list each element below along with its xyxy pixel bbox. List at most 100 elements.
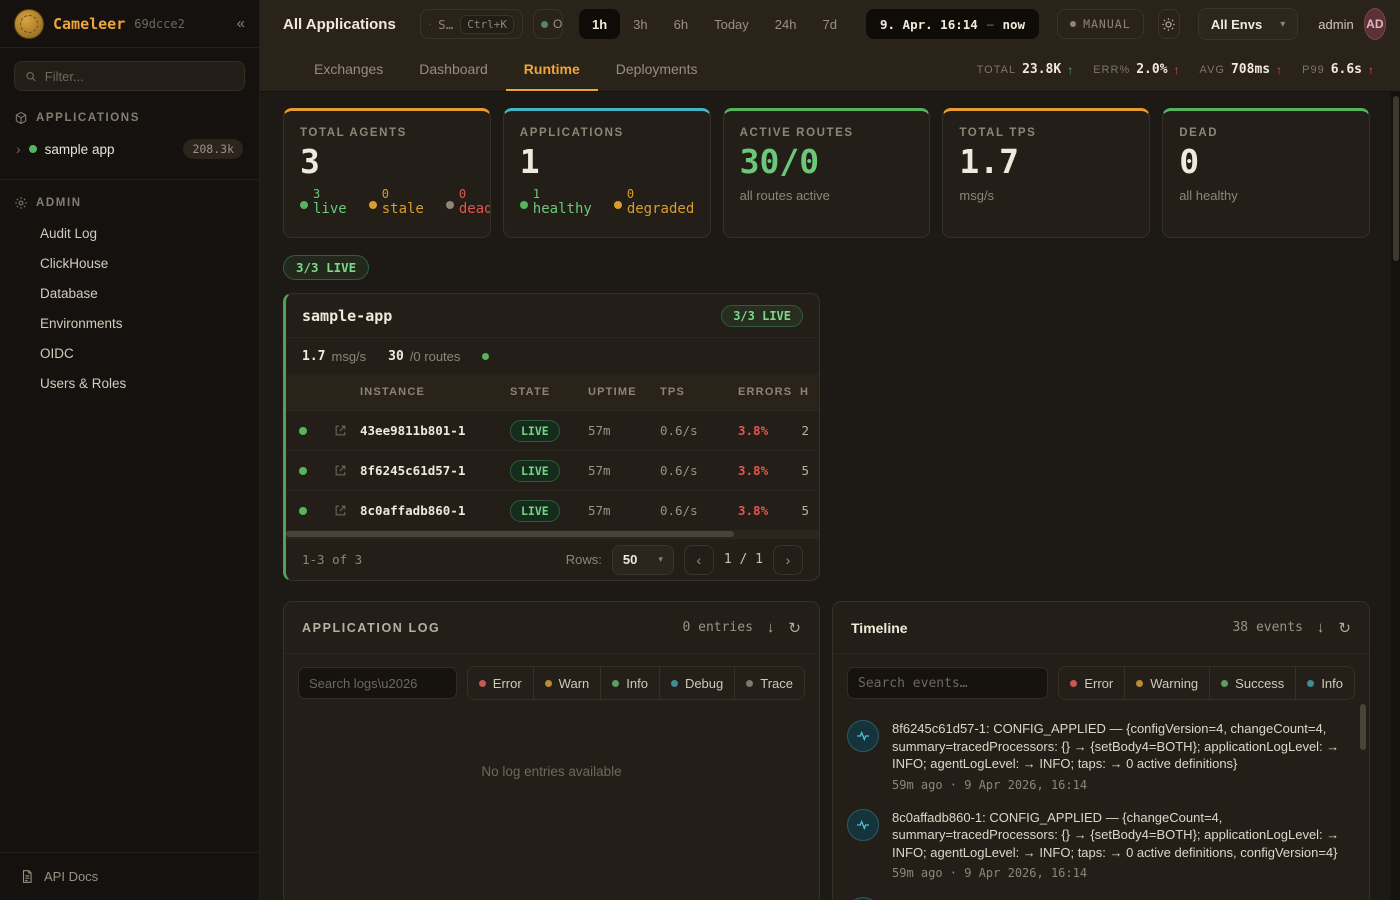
timeline-search[interactable] — [847, 667, 1048, 699]
timeline-event[interactable]: 8f6245c61d57-1: CONFIG_APPLIED — {config… — [847, 720, 1347, 792]
substat-degraded: 0 degraded — [614, 188, 694, 217]
substat-text: 0 dead — [459, 188, 491, 217]
refresh-icon[interactable]: ↻ — [1338, 619, 1351, 637]
sidebar-item-audit-log[interactable]: Audit Log — [0, 218, 259, 248]
download-icon[interactable]: ↓ — [1317, 619, 1325, 636]
status-dot — [300, 201, 308, 209]
timeline-events-count: 38 events — [1232, 620, 1302, 635]
substat-label: healthy — [533, 201, 592, 217]
chip-warn[interactable]: Warn — [533, 667, 601, 699]
api-docs-link[interactable]: API Docs — [0, 852, 259, 900]
prev-page-button[interactable]: ‹ — [684, 545, 714, 575]
tps-value: 0.6/s — [660, 503, 738, 518]
sidebar-item-sample-app[interactable]: › sample app 208.3k — [8, 133, 251, 165]
substat-label: stale — [382, 201, 424, 217]
live-summary-badge: 3/3 LIVE — [283, 255, 369, 280]
date-range-display[interactable]: 9. Apr. 16:14 – now — [866, 9, 1039, 39]
sidebar-collapse-icon[interactable]: « — [237, 15, 245, 32]
scrollbar-thumb[interactable] — [1360, 704, 1366, 750]
range-6h-button[interactable]: 6h — [661, 9, 701, 39]
manual-refresh-button[interactable]: MANUAL — [1057, 9, 1144, 39]
range-24h-button[interactable]: 24h — [762, 9, 810, 39]
global-search[interactable]: S… Ctrl+K — [420, 9, 523, 39]
substat-num: 0 — [459, 188, 491, 201]
gear-icon — [14, 196, 28, 210]
table-row[interactable]: 43ee9811b801-1 LIVE 57m 0.6/s 3.8% 2 — [286, 410, 819, 450]
sidebar-item-environments[interactable]: Environments — [0, 308, 259, 338]
chip-warning[interactable]: Warning — [1124, 667, 1209, 699]
bottom-panels: APPLICATION LOG 0 entries ↓ ↻ Error Warn… — [283, 601, 1370, 900]
next-page-button[interactable]: › — [773, 545, 803, 575]
refresh-icon[interactable]: ↻ — [788, 619, 801, 637]
live-status-toggle[interactable]: O — [533, 9, 563, 39]
log-entries-count: 0 entries — [682, 620, 752, 635]
timeline-event[interactable]: 8c0affadb860-1: CONFIG_APPLIED — {change… — [847, 809, 1347, 881]
col-tps: TPS — [660, 386, 738, 398]
app-card-header: sample-app 3/3 LIVE — [286, 294, 819, 338]
scrollbar-thumb[interactable] — [286, 531, 734, 537]
card-label: TOTAL TPS — [959, 127, 1133, 139]
chevron-right-icon[interactable]: › — [16, 141, 21, 157]
build-hash: 69dcce2 — [134, 17, 185, 31]
theme-toggle-button[interactable] — [1158, 9, 1180, 39]
topbar: All Applications S… Ctrl+K O 1h 3h 6h To… — [260, 0, 1400, 48]
external-link-icon[interactable] — [320, 504, 360, 517]
level-dot — [671, 680, 678, 687]
level-dot — [1070, 680, 1077, 687]
tab-deployments[interactable]: Deployments — [598, 48, 716, 91]
table-row[interactable]: 8f6245c61d57-1 LIVE 57m 0.6/s 3.8% 5 — [286, 450, 819, 490]
chip-info[interactable]: Info — [1295, 667, 1354, 699]
tab-dashboard[interactable]: Dashboard — [401, 48, 506, 91]
range-1h-button[interactable]: 1h — [579, 9, 620, 39]
sidebar: Cameleer 69dcce2 « APPLICATIONS › sample… — [0, 0, 260, 900]
chip-error[interactable]: Error — [468, 667, 533, 699]
chip-info[interactable]: Info — [600, 667, 659, 699]
instance-id: 8f6245c61d57-1 — [360, 463, 465, 478]
timeline-search-input[interactable] — [858, 676, 1037, 691]
sidebar-item-users-roles[interactable]: Users & Roles — [0, 368, 259, 398]
stat-card-total-agents: TOTAL AGENTS 3 3 live — [283, 108, 491, 238]
timeline-panel: Timeline 38 events ↓ ↻ Error Warning Suc… — [832, 601, 1370, 900]
date-to: now — [1003, 17, 1026, 32]
sidebar-item-clickhouse[interactable]: ClickHouse — [0, 248, 259, 278]
download-icon[interactable]: ↓ — [767, 619, 775, 636]
range-7d-button[interactable]: 7d — [810, 9, 850, 39]
main-area: All Applications S… Ctrl+K O 1h 3h 6h To… — [260, 0, 1400, 900]
errors-value: 3.8% — [738, 503, 800, 518]
sidebar-filter[interactable] — [14, 61, 245, 91]
document-icon — [20, 869, 34, 884]
external-link-icon[interactable] — [320, 424, 360, 437]
tab-exchanges[interactable]: Exchanges — [296, 48, 401, 91]
rows-per-page-label: Rows: — [566, 552, 602, 567]
scrollbar-thumb[interactable] — [1393, 96, 1399, 261]
log-search[interactable] — [298, 667, 457, 699]
external-link-icon[interactable] — [320, 464, 360, 477]
table-row[interactable]: 8c0affadb860-1 LIVE 57m 0.6/s 3.8% 5 — [286, 490, 819, 530]
sidebar-filter-input[interactable] — [45, 69, 234, 84]
substat-text: 3 live — [313, 188, 347, 217]
range-today-button[interactable]: Today — [701, 9, 762, 39]
errors-value: 3.8% — [738, 463, 800, 478]
timeline-events-list: 8f6245c61d57-1: CONFIG_APPLIED — {config… — [833, 712, 1369, 900]
rows-per-page-select[interactable]: 50 ▾ — [612, 545, 674, 575]
sidebar-item-database[interactable]: Database — [0, 278, 259, 308]
search-shortcut-kbd: Ctrl+K — [460, 15, 514, 34]
main-scrollbar — [1391, 92, 1400, 900]
env-select[interactable]: All Envs ▾ — [1198, 8, 1298, 40]
chip-success[interactable]: Success — [1209, 667, 1295, 699]
tab-runtime[interactable]: Runtime — [506, 48, 598, 91]
range-3h-button[interactable]: 3h — [620, 9, 660, 39]
chip-error[interactable]: Error — [1059, 667, 1124, 699]
pagination-footer: 1-3 of 3 Rows: 50 ▾ ‹ 1 / 1 › — [286, 538, 819, 580]
card-caption: all healthy — [1179, 188, 1353, 203]
substat-num: 1 — [533, 188, 592, 201]
search-icon — [429, 18, 431, 31]
kpi-label: P99 — [1302, 64, 1325, 76]
sidebar-item-oidc[interactable]: OIDC — [0, 338, 259, 368]
chip-trace[interactable]: Trace — [734, 667, 804, 699]
log-search-input[interactable] — [309, 676, 446, 691]
chip-debug[interactable]: Debug — [659, 667, 734, 699]
app-card-title: sample-app — [302, 307, 392, 325]
chip-label: Error — [1084, 676, 1113, 691]
avatar[interactable]: AD — [1364, 8, 1386, 40]
